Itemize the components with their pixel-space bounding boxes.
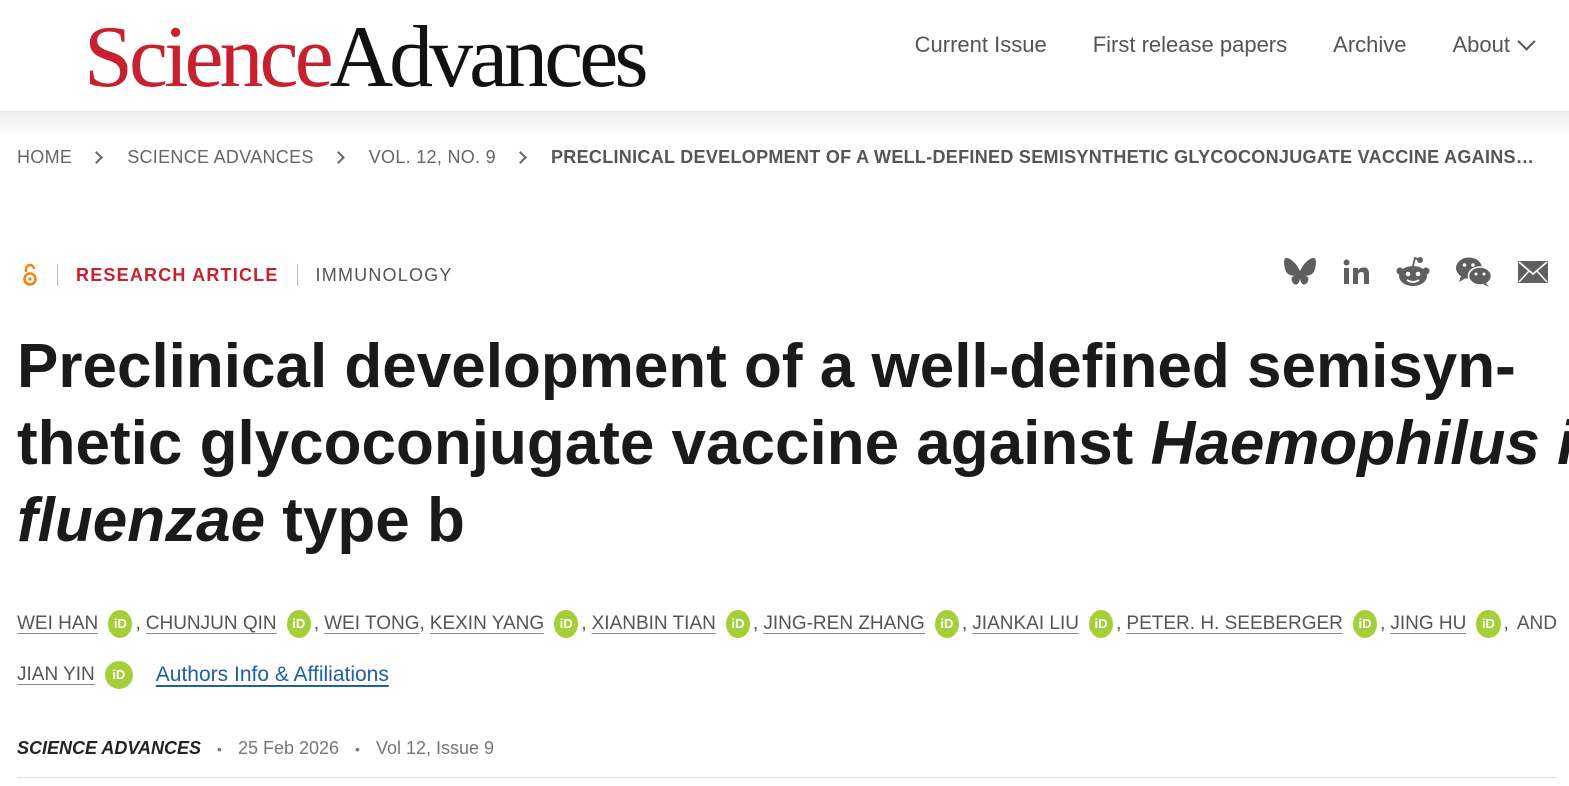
logo-advances-text: Advances [329,9,649,106]
separator-dot: • [355,740,360,757]
science-advances-logo[interactable]: Science Advances [84,8,649,108]
subject-label[interactable]: IMMUNOLOGY [316,265,453,286]
divider [57,264,58,286]
author-name[interactable]: WEI TONG [324,598,419,649]
volume-issue[interactable]: Vol 12, Issue 9 [376,738,494,759]
site-header: Science Advances Current Issue First rele… [0,0,1569,112]
chevron-down-icon [1517,32,1536,51]
top-nav: Current Issue First release papers Archi… [915,32,1536,58]
and-word: AND [1516,613,1557,634]
author-name[interactable]: KEXIN YANG [430,598,544,649]
wechat-icon[interactable] [1455,256,1493,288]
breadcrumb-home[interactable]: HOME [17,147,72,168]
nav-archive[interactable]: Archive [1333,32,1406,58]
chevron-right-icon [90,151,104,164]
author-name[interactable]: JIANKAI LIU [972,598,1079,649]
nav-about-label: About [1452,32,1511,57]
orcid-icon[interactable]: iD [108,609,133,638]
orcid-icon[interactable]: iD [1476,609,1501,638]
orcid-icon[interactable]: iD [1088,609,1114,638]
author-name[interactable]: WEI HAN [17,598,98,649]
title-species-italic: fluenzae [17,486,266,555]
breadcrumb-current: PRECLINICAL DEVELOPMENT OF A WELL-DEFINE… [550,147,1541,167]
breadcrumb: HOME SCIENCE ADVANCES VOL. 12, NO. 9 PRE… [17,147,1541,168]
article-type-label[interactable]: RESEARCH ARTICLE [76,265,279,286]
title-species-italic: Haemophilus in- [1150,409,1569,478]
author-name[interactable]: JING-REN ZHANG [763,598,925,649]
article-title: Preclinical development of a well-define… [17,328,1569,559]
author-name[interactable]: CHUNJUN QIN [146,598,277,649]
author-list: WEI HAN iD, CHUNJUN QIN iD, WEI TONG, KEXI… [17,598,1557,700]
separator-dot: • [217,740,222,757]
journal-info-line: SCIENCE ADVANCES • 25 Feb 2026 • Vol 12,… [17,738,494,759]
orcid-icon[interactable]: iD [725,609,751,638]
divider [296,264,298,286]
breadcrumb-volume[interactable]: VOL. 12, NO. 9 [369,147,496,168]
chevron-right-icon [514,151,527,164]
title-text: thetic glycoconjugate vaccine against [17,409,1151,478]
journal-name[interactable]: SCIENCE ADVANCES [17,738,201,759]
logo-science-text: Science [84,9,334,106]
share-toolbar [1283,256,1549,288]
orcid-icon[interactable]: iD [286,609,311,638]
nav-about[interactable]: About [1452,32,1536,58]
authors-info-affiliations-link[interactable]: Authors Info & Affiliations [156,649,389,700]
orcid-icon[interactable]: iD [554,609,579,638]
author-line-2: JIAN YIN iD Authors Info & Affiliations [17,649,1557,700]
orcid-icon[interactable]: iD [104,660,133,689]
author-name[interactable]: XIANBIN TIAN [592,598,716,649]
title-line-2: thetic glycoconjugate vaccine against Ha… [17,405,1569,482]
chevron-right-icon [331,151,345,164]
orcid-icon[interactable]: iD [1352,609,1378,638]
linkedin-icon[interactable] [1341,257,1371,287]
author-name[interactable]: JIAN YIN [17,649,95,700]
title-text: type b [265,486,465,555]
breadcrumb-science-advances[interactable]: SCIENCE ADVANCES [127,147,314,168]
title-line-3: fluenzae type b [17,482,1547,559]
open-access-icon [23,263,37,286]
publication-date: 25 Feb 2026 [237,738,340,758]
reddit-icon[interactable] [1395,256,1431,288]
divider [17,777,1557,778]
author-name[interactable]: JING HU [1390,598,1466,649]
orcid-icon[interactable]: iD [934,609,960,638]
title-line-1: Preclinical development of a well-define… [17,332,1516,401]
nav-first-release-papers[interactable]: First release papers [1093,32,1287,58]
bluesky-icon[interactable] [1283,257,1317,287]
email-icon[interactable] [1517,259,1549,285]
nav-current-issue[interactable]: Current Issue [915,32,1047,58]
article-meta-row: RESEARCH ARTICLE IMMUNOLOGY [17,262,453,288]
author-line-1: WEI HAN iD, CHUNJUN QIN iD, WEI TONG, KEXI… [17,598,1557,649]
author-name[interactable]: PETER. H. SEEBERGER [1126,598,1342,649]
